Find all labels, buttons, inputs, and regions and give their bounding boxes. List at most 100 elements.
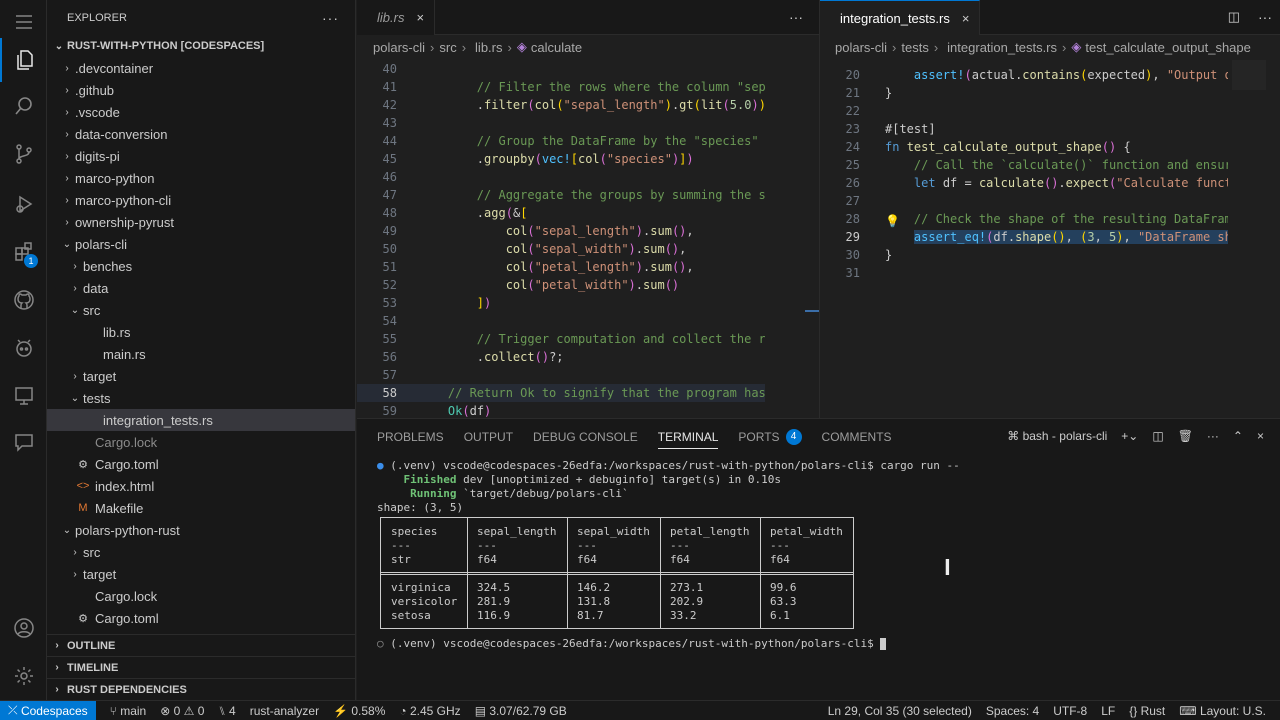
code-line[interactable]: 29 assert_eq!(df.shape(), (3, 5), "DataF… (820, 228, 1228, 246)
more-actions-icon[interactable]: ··· (322, 10, 339, 26)
code-line[interactable]: 59 Ok(df) (357, 402, 765, 418)
freq-indicator[interactable]: ◔ 2.45 GHz (399, 704, 460, 718)
workspace-root[interactable]: ⌄ RUST-WITH-PYTHON [CODESPACES] (47, 35, 355, 57)
left-minimap[interactable] (765, 60, 819, 418)
rust-analyzer-status[interactable]: rust-analyzer (250, 704, 319, 718)
language-mode[interactable]: {} Rust (1129, 704, 1165, 718)
source-control-icon[interactable] (0, 132, 47, 176)
remote-explorer-icon[interactable] (0, 374, 47, 418)
code-line[interactable]: 51 col("petal_length").sum(), (357, 258, 765, 276)
more-actions-icon[interactable]: ··· (789, 9, 803, 25)
panel-tab-problems[interactable]: PROBLEMS (377, 419, 444, 455)
code-line[interactable]: 46 (357, 168, 765, 186)
tree-folder[interactable]: › marco-python (47, 167, 355, 189)
code-line[interactable]: 23 #[test] (820, 120, 1228, 138)
problems-indicator[interactable]: ⊗ 0 ⚠ 0 (160, 704, 204, 718)
close-icon[interactable]: × (416, 10, 424, 25)
chat-icon[interactable] (0, 420, 47, 464)
code-line[interactable]: 40 (357, 60, 765, 78)
more-actions-icon[interactable]: ··· (1207, 429, 1219, 443)
branch-indicator[interactable]: ⑂ main (110, 704, 147, 718)
terminal-output[interactable]: ● (.venv) vscode@codespaces-26edfa:/work… (377, 459, 960, 651)
tree-file[interactable]: Cargo.lock (47, 585, 355, 607)
code-line[interactable]: 50 col("sepal_width").sum(), (357, 240, 765, 258)
tree-file[interactable]: ⚙ Cargo.toml (47, 453, 355, 475)
breadcrumb-item[interactable]: polars-cli (835, 40, 887, 55)
code-line[interactable]: 48 .agg(&[ (357, 204, 765, 222)
code-line[interactable]: 30} (820, 246, 1228, 264)
tree-file[interactable]: main.rs (47, 343, 355, 365)
new-terminal-icon[interactable]: +⌄ (1121, 429, 1138, 443)
left-code-editor[interactable]: 40 41 // Filter the rows where the column… (357, 60, 765, 418)
code-line[interactable]: 24 fn test_calculate_output_shape() { (820, 138, 1228, 156)
code-line[interactable]: 44 // Group the DataFrame by the "specie… (357, 132, 765, 150)
right-minimap[interactable] (1228, 60, 1280, 418)
tree-file[interactable]: Cargo.lock (47, 431, 355, 453)
breadcrumb-item[interactable]: tests (901, 40, 928, 55)
code-line[interactable]: 55 // Trigger computation and collect th… (357, 330, 765, 348)
indentation[interactable]: Spaces: 4 (986, 704, 1039, 718)
timeline-section[interactable]: › TIMELINE (47, 656, 356, 678)
more-actions-icon[interactable]: ··· (1258, 9, 1272, 25)
explorer-icon[interactable] (0, 38, 47, 82)
line-ending[interactable]: LF (1101, 704, 1115, 718)
tree-folder[interactable]: ⌄ polars-cli (47, 233, 355, 255)
code-line[interactable]: 28 // Check the shape of the resulting D… (820, 210, 1228, 228)
tree-file[interactable]: ⚙ Cargo.toml (47, 607, 355, 629)
code-line[interactable]: 20 assert!(actual.contains(expected), "O… (820, 66, 1228, 84)
breadcrumb-item[interactable]: test_calculate_output_shape (1085, 40, 1251, 55)
github-icon[interactable] (0, 278, 47, 322)
copilot-icon[interactable] (0, 326, 47, 370)
split-editor-icon[interactable]: ◫ (1228, 9, 1240, 25)
panel-tab-terminal[interactable]: TERMINAL (657, 419, 718, 455)
code-line[interactable]: 27 (820, 192, 1228, 210)
encoding[interactable]: UTF-8 (1053, 704, 1087, 718)
panel-tab-comments[interactable]: COMMENTS (822, 419, 892, 455)
code-line[interactable]: 26 let df = calculate().expect("Calculat… (820, 174, 1228, 192)
tree-folder[interactable]: › data-conversion (47, 123, 355, 145)
code-line[interactable]: 22 (820, 102, 1228, 120)
tab-integration-tests[interactable]: integration_tests.rs × (820, 0, 981, 35)
extensions-icon[interactable]: 1 (0, 230, 47, 274)
cpu-indicator[interactable]: ⚡ 0.58% (333, 704, 385, 718)
code-line[interactable]: 42 .filter(col("sepal_length").gt(lit(5.… (357, 96, 765, 114)
tree-folder[interactable]: › digits-pi (47, 145, 355, 167)
keyboard-layout[interactable]: ⌨ Layout: U.S. (1179, 704, 1266, 718)
code-line[interactable]: 21} (820, 84, 1228, 102)
breadcrumb-item[interactable]: calculate (531, 40, 582, 55)
search-icon[interactable] (0, 84, 47, 128)
code-line[interactable]: 57 (357, 366, 765, 384)
code-line[interactable]: 54 (357, 312, 765, 330)
remote-indicator[interactable]: ⤫ Codespaces (0, 700, 96, 720)
tree-file[interactable]: <> index.html (47, 475, 355, 497)
code-line[interactable]: 41 // Filter the rows where the column "… (357, 78, 765, 96)
tree-file[interactable]: M Makefile (47, 497, 355, 519)
panel-tab-debug-console[interactable]: DEBUG CONSOLE (533, 419, 638, 455)
tree-folder[interactable]: › target (47, 563, 355, 585)
right-code-editor[interactable]: 20 assert!(actual.contains(expected), "O… (820, 66, 1228, 418)
run-debug-icon[interactable] (0, 182, 47, 226)
tree-folder[interactable]: › data (47, 277, 355, 299)
code-line[interactable]: 45 .groupby(vec![col("species")]) (357, 150, 765, 168)
tree-folder[interactable]: › src (47, 541, 355, 563)
tree-folder[interactable]: ⌄ tests (47, 387, 355, 409)
code-line[interactable]: 31 (820, 264, 1228, 282)
outline-section[interactable]: › OUTLINE (47, 634, 356, 656)
tree-folder[interactable]: › ownership-pyrust (47, 211, 355, 233)
tree-folder[interactable]: › .vscode (47, 101, 355, 123)
tree-file[interactable]: integration_tests.rs (47, 409, 355, 431)
breadcrumb-item[interactable]: lib.rs (475, 40, 502, 55)
breadcrumb-item[interactable]: src (439, 40, 456, 55)
code-line[interactable]: 25 // Call the `calculate()` function an… (820, 156, 1228, 174)
code-line[interactable]: 43 (357, 114, 765, 132)
code-line[interactable]: 58 // Return Ok to signify that the prog… (357, 384, 765, 402)
tree-file[interactable]: lib.rs (47, 321, 355, 343)
panel-tab-ports[interactable]: PORTS 4 (738, 419, 802, 455)
tree-folder[interactable]: ⌄ src (47, 299, 355, 321)
terminal-shell-label[interactable]: ⌘ bash - polars-cli (1007, 429, 1107, 443)
code-line[interactable]: 52 col("petal_width").sum() (357, 276, 765, 294)
close-panel-icon[interactable]: × (1257, 429, 1264, 443)
tree-folder[interactable]: › .github (47, 79, 355, 101)
tab-lib-rs[interactable]: lib.rs × (357, 0, 436, 35)
tree-folder[interactable]: › target (47, 365, 355, 387)
